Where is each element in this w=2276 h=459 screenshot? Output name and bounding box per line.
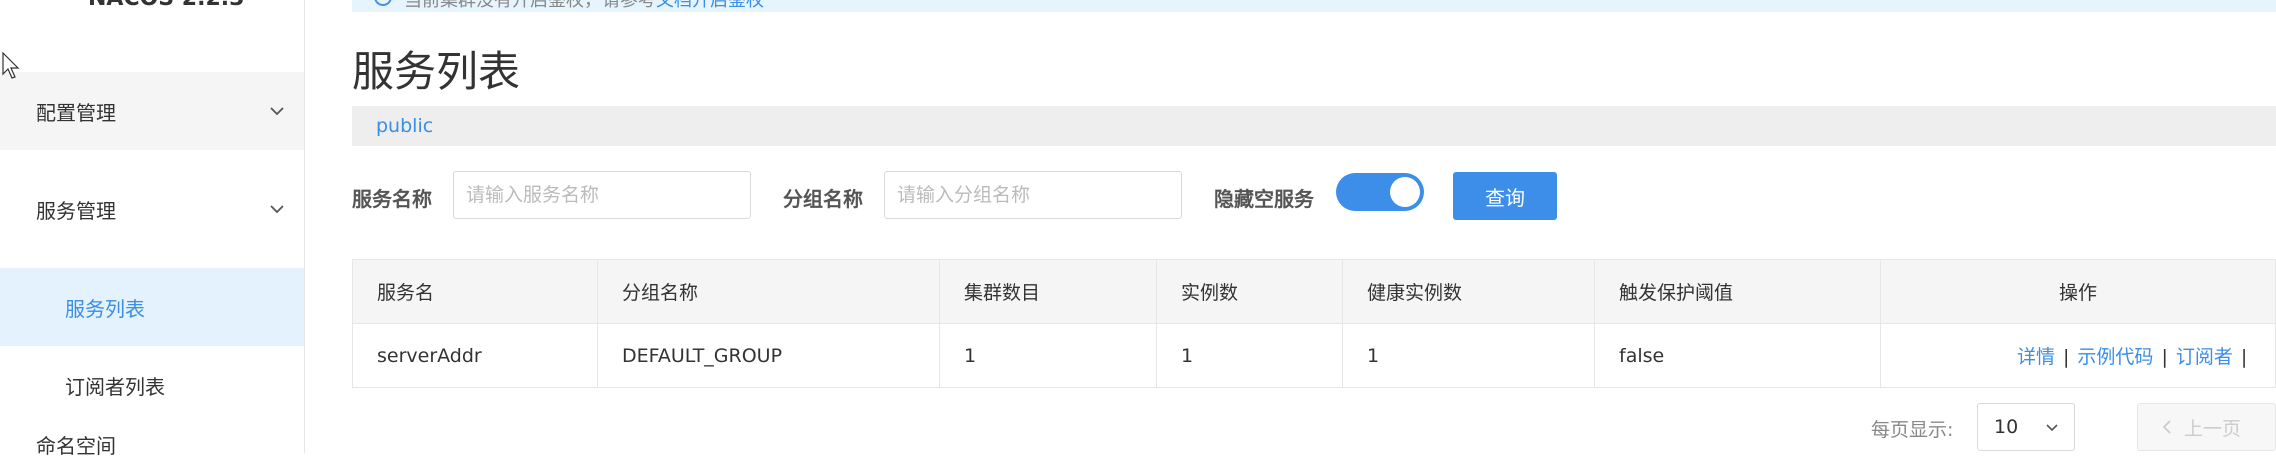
previous-page-label: 上一页	[2184, 417, 2242, 440]
cell-actions: 详情 | 示例代码 | 订阅者 |	[1880, 323, 2276, 388]
column-header-group-name: 分组名称	[597, 259, 940, 324]
separator: |	[2063, 346, 2070, 368]
sidebar: NACOS 2.2.3 配置管理 服务管理 服务列表 订阅者列表 命名空间	[0, 0, 305, 458]
table-header-row: 服务名 分组名称 集群数目 实例数 健康实例数 触发保护阈值 操作	[352, 259, 2276, 324]
page-title: 服务列表	[352, 47, 521, 96]
hide-empty-services-label: 隐藏空服务	[1214, 187, 1314, 211]
separator: |	[2161, 346, 2168, 368]
page-size-select[interactable]: 10	[1977, 403, 2075, 451]
sidebar-item-config-management[interactable]: 配置管理	[0, 72, 304, 150]
service-name-input[interactable]	[453, 171, 751, 219]
sidebar-item-service-management[interactable]: 服务管理	[0, 170, 304, 248]
table-row: serverAddr DEFAULT_GROUP 1 1 1 false 详情 |…	[352, 323, 2276, 388]
sidebar-item-label: 配置管理	[36, 100, 116, 125]
sidebar-item-label: 服务管理	[36, 198, 116, 223]
chevron-down-icon	[2046, 424, 2058, 432]
notice-doc-link[interactable]: 文档开启鉴权	[656, 0, 764, 11]
cell-instance-count: 1	[1156, 323, 1343, 388]
column-header-actions: 操作	[1880, 259, 2276, 324]
query-button[interactable]: 查询	[1453, 172, 1557, 220]
sidebar-item-service-list[interactable]: 服务列表	[0, 268, 304, 346]
column-header-service-name: 服务名	[352, 259, 598, 324]
brand-logo-text: NACOS 2.2.3	[88, 0, 244, 11]
page-size-label: 每页显示:	[1871, 419, 1954, 441]
service-table: 服务名 分组名称 集群数目 实例数 健康实例数 触发保护阈值 操作 server…	[352, 259, 2276, 388]
sidebar-item-label: 命名空间	[36, 433, 116, 458]
cell-group-name: DEFAULT_GROUP	[597, 323, 940, 388]
mouse-cursor-icon	[2, 52, 20, 79]
separator: |	[2240, 346, 2248, 368]
namespace-tab-public[interactable]: public	[376, 115, 433, 137]
column-header-healthy-instance-count: 健康实例数	[1342, 259, 1595, 324]
chevron-down-icon	[270, 107, 284, 116]
toggle-knob	[1390, 177, 1420, 207]
group-name-input[interactable]	[884, 171, 1182, 219]
namespace-bar: public	[352, 106, 2276, 146]
auth-notice-banner: 当前集群没有开启鉴权，请参考文档开启鉴权	[352, 0, 2276, 12]
page-size-value: 10	[1994, 416, 2019, 438]
cell-cluster-count: 1	[939, 323, 1157, 388]
cell-protect-threshold: false	[1594, 323, 1881, 388]
sidebar-item-namespace[interactable]: 命名空间	[0, 365, 304, 458]
service-name-label: 服务名称	[352, 187, 432, 211]
sample-code-link[interactable]: 示例代码	[2077, 346, 2153, 368]
cell-healthy-instance-count: 1	[1342, 323, 1595, 388]
sidebar-item-label: 服务列表	[65, 296, 145, 321]
cell-service-name: serverAddr	[352, 323, 598, 388]
notice-text: 当前集群没有开启鉴权，请参考文档开启鉴权	[404, 0, 764, 12]
group-name-label: 分组名称	[783, 187, 863, 211]
column-header-protect-threshold: 触发保护阈值	[1594, 259, 1881, 324]
previous-page-button[interactable]: 上一页	[2137, 403, 2276, 451]
chevron-left-icon	[2162, 420, 2171, 434]
info-icon	[374, 0, 392, 6]
column-header-instance-count: 实例数	[1156, 259, 1343, 324]
subscribers-link[interactable]: 订阅者	[2176, 346, 2233, 368]
column-header-cluster-count: 集群数目	[939, 259, 1157, 324]
hide-empty-services-toggle[interactable]	[1336, 173, 1424, 211]
detail-link[interactable]: 详情	[2017, 346, 2055, 368]
chevron-down-icon	[270, 205, 284, 214]
